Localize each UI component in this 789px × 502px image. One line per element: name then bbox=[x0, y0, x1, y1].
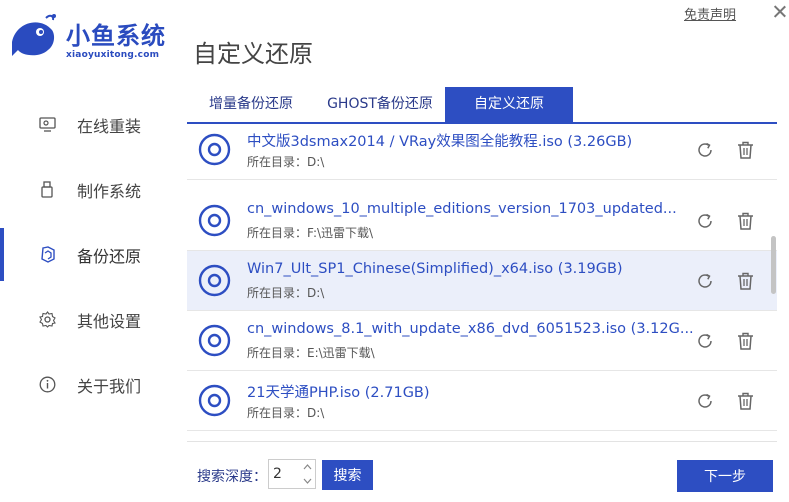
iso-file-directory: 所在目录：D:\ bbox=[247, 155, 325, 169]
iso-file-directory: 所在目录：D:\ bbox=[247, 286, 325, 300]
iso-file-directory: 所在目录：E:\迅雷下载\ bbox=[247, 346, 375, 360]
tab-bar: 增量备份还原 GHOST备份还原 自定义还原 bbox=[187, 87, 777, 124]
trash-icon[interactable] bbox=[737, 212, 754, 230]
list-scrollbar[interactable] bbox=[771, 236, 776, 294]
next-step-button[interactable]: 下一步 bbox=[677, 460, 773, 492]
restore-icon[interactable] bbox=[696, 141, 714, 159]
sidebar-item-backup-restore[interactable]: 备份还原 bbox=[0, 222, 180, 287]
disclaimer-link[interactable]: 免责声明 bbox=[684, 4, 736, 23]
sidebar-item-label: 其他设置 bbox=[77, 311, 142, 331]
iso-file-name: Win7_Ult_SP1_Chinese(Simplified)_x64.iso… bbox=[247, 261, 623, 277]
stepper-down-icon[interactable] bbox=[299, 474, 315, 488]
list-item[interactable]: cn_windows_8.1_with_update_x86_dvd_60515… bbox=[187, 311, 777, 371]
sidebar-item-label: 备份还原 bbox=[77, 246, 142, 266]
disc-icon bbox=[198, 324, 231, 357]
iso-file-directory: 所在目录：F:\迅雷下载\ bbox=[247, 226, 374, 240]
restore-icon[interactable] bbox=[696, 392, 714, 410]
page-title: 自定义还原 bbox=[193, 40, 313, 68]
app-logo: 小鱼系统 xiaoyuxitong.com bbox=[8, 12, 188, 66]
iso-file-name: cn_windows_10_multiple_editions_version_… bbox=[247, 201, 677, 217]
sidebar-item-about-us[interactable]: 关于我们 bbox=[0, 352, 180, 417]
search-button[interactable]: 搜索 bbox=[322, 460, 373, 490]
restore-icon[interactable] bbox=[696, 212, 714, 230]
sidebar-item-online-install[interactable]: 在线重装 bbox=[0, 92, 180, 157]
iso-file-name: 中文版3dsmax2014 / VRay效果图全能教程.iso (3.26GB) bbox=[247, 134, 633, 150]
iso-file-directory: 所在目录：D:\ bbox=[247, 406, 325, 420]
sidebar-item-label: 制作系统 bbox=[77, 181, 142, 201]
disc-icon bbox=[198, 264, 231, 297]
list-item[interactable]: 21天学通PHP.iso (2.71GB) 所在目录：D:\ bbox=[187, 371, 777, 431]
backup-icon bbox=[38, 246, 56, 264]
info-icon bbox=[38, 376, 56, 394]
list-item[interactable]: 中文版3dsmax2014 / VRay效果图全能教程.iso (3.26GB)… bbox=[187, 130, 777, 180]
brand-url: xiaoyuxitong.com bbox=[66, 50, 160, 60]
gear-icon bbox=[38, 311, 56, 329]
sidebar-item-label: 关于我们 bbox=[77, 376, 142, 396]
brand-name: 小鱼系统 bbox=[66, 22, 166, 50]
usb-icon bbox=[38, 181, 56, 199]
trash-icon[interactable] bbox=[737, 141, 754, 159]
tab-incremental-backup[interactable]: 增量备份还原 bbox=[187, 87, 315, 122]
trash-icon[interactable] bbox=[737, 392, 754, 410]
sidebar-item-make-system[interactable]: 制作系统 bbox=[0, 157, 180, 222]
trash-icon[interactable] bbox=[737, 272, 754, 290]
disc-icon bbox=[198, 204, 231, 237]
search-depth-stepper[interactable]: 2 bbox=[268, 459, 316, 489]
monitor-icon bbox=[38, 116, 56, 134]
iso-file-list: 中文版3dsmax2014 / VRay效果图全能教程.iso (3.26GB)… bbox=[187, 130, 777, 442]
iso-file-name: cn_windows_8.1_with_update_x86_dvd_60515… bbox=[247, 321, 694, 337]
disc-icon bbox=[198, 384, 231, 417]
restore-icon[interactable] bbox=[696, 332, 714, 350]
sidebar-item-label: 在线重装 bbox=[77, 116, 142, 136]
iso-file-name: 21天学通PHP.iso (2.71GB) bbox=[247, 385, 430, 401]
search-depth-value[interactable]: 2 bbox=[273, 466, 282, 482]
list-item[interactable]: Win7_Ult_SP1_Chinese(Simplified)_x64.iso… bbox=[187, 251, 777, 311]
search-depth-label: 搜索深度： bbox=[197, 469, 267, 485]
close-icon[interactable] bbox=[772, 4, 788, 20]
fish-logo-icon bbox=[12, 14, 56, 56]
tab-custom-restore[interactable]: 自定义还原 bbox=[445, 87, 573, 122]
trash-icon[interactable] bbox=[737, 332, 754, 350]
restore-icon[interactable] bbox=[696, 272, 714, 290]
stepper-up-icon[interactable] bbox=[299, 460, 315, 474]
sidebar-item-other-settings[interactable]: 其他设置 bbox=[0, 287, 180, 352]
sidebar: 在线重装 制作系统 备份还原 其他设置 关于我们 bbox=[0, 92, 180, 417]
tab-ghost-backup[interactable]: GHOST备份还原 bbox=[315, 87, 445, 122]
disc-icon bbox=[198, 133, 231, 166]
list-item[interactable]: cn_windows_10_multiple_editions_version_… bbox=[187, 191, 777, 251]
